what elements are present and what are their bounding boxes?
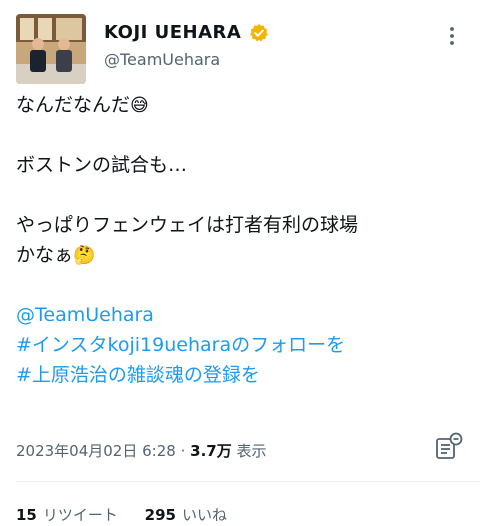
avatar[interactable] bbox=[16, 14, 86, 84]
analytics-button[interactable] bbox=[434, 432, 464, 462]
views-count: 3.7万 bbox=[190, 442, 232, 460]
likes-label: いいね bbox=[181, 506, 227, 524]
retweets-count: 15 bbox=[16, 506, 37, 524]
avatar-photo bbox=[16, 14, 86, 84]
tweet-text-segment: なんだなんだ bbox=[16, 94, 131, 116]
name-row: KOJI UEHARA bbox=[104, 22, 269, 43]
more-vertical-icon bbox=[450, 27, 454, 45]
tweet-stats: 15 リツイート 295 いいね bbox=[16, 504, 249, 525]
tweet-header: KOJI UEHARA @TeamUehara bbox=[16, 14, 466, 84]
tweet-line: ボストンの試合も… bbox=[16, 154, 188, 176]
timestamp[interactable]: 2023年04月02日 6:28 bbox=[16, 442, 176, 460]
retweets-stat[interactable]: 15 リツイート bbox=[16, 506, 118, 524]
user-handle[interactable]: @TeamUehara bbox=[104, 50, 220, 69]
tweet-text: なんだなんだ😅 ボストンの試合も… やっぱりフェンウェイは打者有利の球場 かなぁ… bbox=[16, 90, 466, 390]
mention-link[interactable]: @TeamUehara bbox=[16, 300, 466, 330]
tweet-line: やっぱりフェンウェイは打者有利の球場 bbox=[16, 214, 359, 236]
tweet-text-segment: かなぁ bbox=[16, 244, 74, 266]
analytics-icon bbox=[436, 432, 463, 459]
meta-separator: · bbox=[180, 442, 186, 460]
hashtag-link[interactable]: #上原浩治の雑談魂の登録を bbox=[16, 360, 466, 390]
views-label: 表示 bbox=[236, 442, 267, 460]
sweat-smile-emoji: 😅 bbox=[130, 95, 149, 116]
likes-count: 295 bbox=[144, 506, 176, 524]
thinking-face-emoji: 🤔 bbox=[73, 245, 96, 266]
likes-stat[interactable]: 295 いいね bbox=[145, 506, 227, 524]
more-options-button[interactable] bbox=[440, 24, 464, 48]
tweet-line: かなぁ🤔 bbox=[16, 240, 466, 270]
verified-badge-icon bbox=[250, 23, 269, 41]
tweet-meta: 2023年04月02日 6:28 · 3.7万 表示 bbox=[16, 440, 267, 461]
hashtag-link[interactable]: #インスタkoji19ueharaのフォローを bbox=[16, 330, 466, 360]
display-name[interactable]: KOJI UEHARA bbox=[104, 22, 241, 43]
divider bbox=[16, 481, 480, 482]
tweet-line: なんだなんだ😅 bbox=[16, 90, 466, 120]
retweets-label: リツイート bbox=[42, 506, 118, 524]
